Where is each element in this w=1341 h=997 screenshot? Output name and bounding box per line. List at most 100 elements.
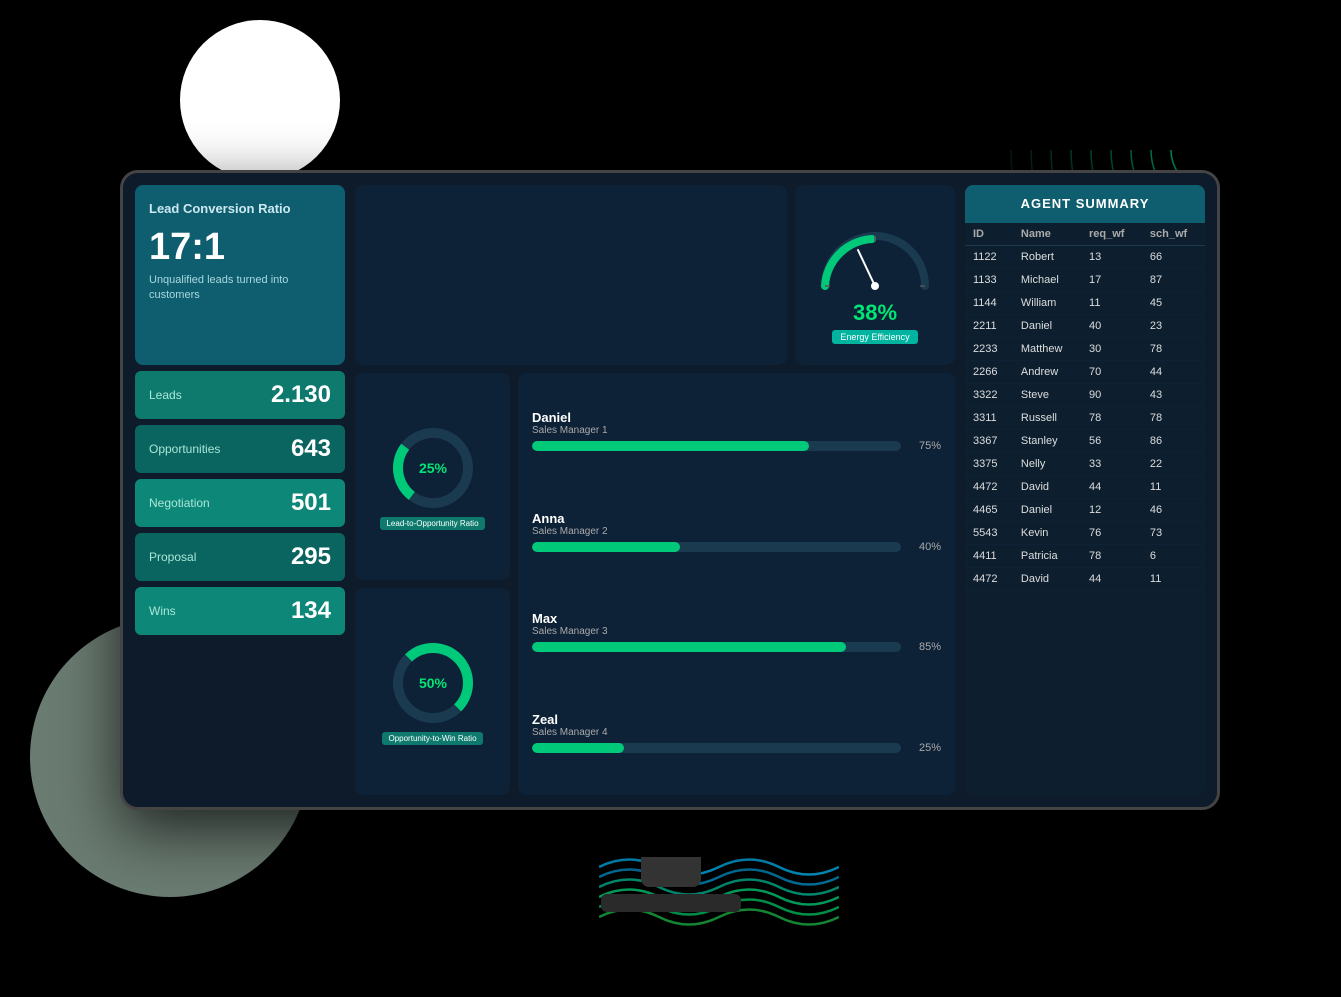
manager-bar-row: 75% [532,440,941,452]
donut2-label: Opportunity-to-Win Ratio [382,732,482,745]
agent-id: 3375 [965,453,1013,476]
agent-sch-wf: 45 [1142,292,1205,315]
agent-name: Daniel [1013,499,1081,522]
manager-row: Daniel Sales Manager 1 75% [532,410,941,452]
deco-circle-white [180,20,340,180]
table-row: 3375 Nelly 33 22 [965,453,1205,476]
bar-chart [365,215,777,355]
middle-column: 38% Energy Efficiency 2 [355,185,955,795]
gauge-label: Energy Efficiency [832,330,917,344]
manager-role: Sales Manager 4 [532,727,941,738]
agent-sch-wf: 44 [1142,361,1205,384]
agent-name: Nelly [1013,453,1081,476]
agent-sch-wf: 46 [1142,499,1205,522]
agent-sch-wf: 6 [1142,545,1205,568]
lead-conversion-subtitle: Unqualified leads turned into customers [149,273,331,304]
metric-neg-label: Negotiation [149,496,210,510]
table-row: 5543 Kevin 76 73 [965,522,1205,545]
metric-negotiation: Negotiation 501 [135,479,345,527]
agent-sch-wf: 43 [1142,384,1205,407]
col-name: Name [1013,223,1081,246]
manager-pct: 25% [909,742,941,754]
agent-id: 1144 [965,292,1013,315]
agent-req-wf: 70 [1081,361,1142,384]
manager-role: Sales Manager 2 [532,526,941,537]
manager-bar-fill [532,642,846,652]
table-row: 4472 David 44 11 [965,476,1205,499]
agent-req-wf: 76 [1081,522,1142,545]
metric-leads: Leads 2.130 [135,371,345,419]
deco-wave [599,847,839,937]
metric-proposal: Proposal 295 [135,533,345,581]
col-id: ID [965,223,1013,246]
agent-id: 4411 [965,545,1013,568]
metric-prop-label: Proposal [149,550,196,564]
donut1-label: Lead-to-Opportunity Ratio [380,517,484,530]
gauge-card: 38% Energy Efficiency [795,185,955,365]
manager-bar-bg [532,642,901,652]
metric-opportunities: Opportunities 643 [135,425,345,473]
metric-wins: Wins 134 [135,587,345,635]
agent-table: ID Name req_wf sch_wf 1122 Robert 13 66 … [965,223,1205,591]
metric-prop-value: 295 [291,543,331,571]
table-row: 4411 Patricia 78 6 [965,545,1205,568]
agent-name: Andrew [1013,361,1081,384]
col-req: req_wf [1081,223,1142,246]
agent-name: Russell [1013,407,1081,430]
agent-name: Daniel [1013,315,1081,338]
table-row: 4465 Daniel 12 46 [965,499,1205,522]
manager-role: Sales Manager 1 [532,425,941,436]
donut-lead-opportunity: 25% Lead-to-Opportunity Ratio [355,373,510,580]
svg-text:25%: 25% [418,460,447,476]
agent-sch-wf: 78 [1142,407,1205,430]
agent-summary-title: AGENT SUMMARY [1021,196,1150,211]
agent-id: 3322 [965,384,1013,407]
agent-name: Stanley [1013,430,1081,453]
metric-wins-value: 134 [291,597,331,625]
table-row: 3367 Stanley 56 86 [965,430,1205,453]
manager-role: Sales Manager 3 [532,626,941,637]
dashboard: Lead Conversion Ratio 17:1 Unqualified l… [123,173,1217,807]
agent-req-wf: 30 [1081,338,1142,361]
col-sch: sch_wf [1142,223,1205,246]
manager-bar-bg [532,542,901,552]
table-row: 1133 Michael 17 87 [965,269,1205,292]
manager-pct: 75% [909,440,941,452]
monitor-base [601,894,741,912]
donut1-svg: 25% [388,423,478,513]
agent-id: 2233 [965,338,1013,361]
manager-row: Zeal Sales Manager 4 25% [532,712,941,754]
agent-req-wf: 13 [1081,246,1142,269]
agent-req-wf: 90 [1081,384,1142,407]
agent-name: David [1013,568,1081,591]
manager-bar-fill [532,743,624,753]
agent-id: 4472 [965,568,1013,591]
manager-name: Max [532,611,941,626]
gauge-svg [810,206,940,296]
bar-chart-card [355,185,787,365]
left-column: Lead Conversion Ratio 17:1 Unqualified l… [135,185,345,795]
agent-id: 4465 [965,499,1013,522]
agent-id: 4472 [965,476,1013,499]
agent-sch-wf: 23 [1142,315,1205,338]
table-row: 1144 William 11 45 [965,292,1205,315]
agent-id: 5543 [965,522,1013,545]
metric-leads-value: 2.130 [271,381,331,409]
table-row: 2266 Andrew 70 44 [965,361,1205,384]
agent-sch-wf: 73 [1142,522,1205,545]
agent-sch-wf: 11 [1142,568,1205,591]
table-row: 2211 Daniel 40 23 [965,315,1205,338]
manager-row: Anna Sales Manager 2 40% [532,511,941,553]
agent-req-wf: 44 [1081,476,1142,499]
metric-opps-value: 643 [291,435,331,463]
agent-name: Patricia [1013,545,1081,568]
agent-name: Steve [1013,384,1081,407]
managers-card: Daniel Sales Manager 1 75% Anna Sales Ma… [518,373,955,795]
manager-bar-fill [532,542,680,552]
agent-name: William [1013,292,1081,315]
agent-req-wf: 33 [1081,453,1142,476]
donut2-svg: 50% [388,638,478,728]
agent-name: Matthew [1013,338,1081,361]
agent-name: David [1013,476,1081,499]
donut2-wrapper: 50% [388,638,478,728]
